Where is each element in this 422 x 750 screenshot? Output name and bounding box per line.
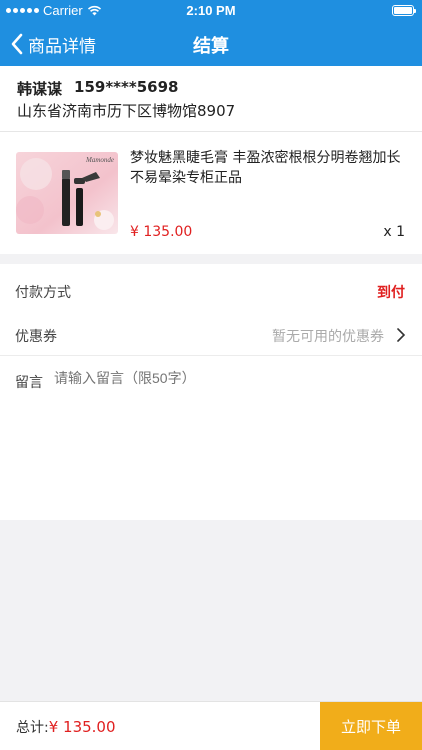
coupon-value: 暂无可用的优惠券 <box>272 329 384 345</box>
product-image: Mamonde <box>16 152 118 234</box>
payment-method-label: 付款方式 <box>15 285 71 301</box>
clock: 2:10 PM <box>186 3 236 18</box>
place-order-button[interactable]: 立即下单 <box>320 702 422 750</box>
brand-logo: Mamonde <box>85 156 114 164</box>
checkout-bar: 总计:¥ 135.00 立即下单 <box>0 701 422 750</box>
chevron-right-icon <box>397 328 406 342</box>
message-label: 留言 <box>15 375 43 391</box>
coupon-label: 优惠券 <box>15 329 57 345</box>
payment-method-value: 到付 <box>377 285 405 301</box>
order-options: 付款方式 到付 优惠券 暂无可用的优惠券 留言 <box>0 264 422 520</box>
product-price: ¥ 135.00 <box>130 224 193 240</box>
product-name: 梦妆魅黑睫毛膏 丰盈浓密根根分明卷翘加长不易晕染专柜正品 <box>130 150 401 186</box>
order-total: 总计:¥ 135.00 <box>16 717 116 737</box>
recipient-address: 山东省济南市历下区博物馆8907 <box>17 102 236 120</box>
recipient-row: 韩谋谋 159****5698 <box>17 78 178 99</box>
order-item: Mamonde 梦妆魅黑睫毛膏 丰盈浓密根根分明卷翘加长不易晕染专柜正品 ¥ 1… <box>0 132 422 254</box>
coupon-row[interactable]: 优惠券 暂无可用的优惠券 <box>0 312 422 356</box>
message-input[interactable] <box>54 370 394 386</box>
total-label: 总计: <box>16 720 49 736</box>
total-amount: ¥ 135.00 <box>48 718 116 736</box>
battery-icon <box>392 5 416 16</box>
nav-bar: 商品详情 结算 <box>0 22 422 66</box>
recipient-name: 韩谋谋 <box>17 80 63 98</box>
message-row: 留言 <box>0 360 422 520</box>
shipping-address[interactable]: 韩谋谋 159****5698 山东省济南市历下区博物馆8907 <box>0 66 422 132</box>
status-bar: Carrier 2:10 PM <box>0 0 422 22</box>
recipient-phone: 159****5698 <box>74 78 179 96</box>
payment-method-row[interactable]: 付款方式 到付 <box>0 268 422 312</box>
page-title: 结算 <box>193 36 229 57</box>
product-quantity: x 1 <box>383 224 405 240</box>
